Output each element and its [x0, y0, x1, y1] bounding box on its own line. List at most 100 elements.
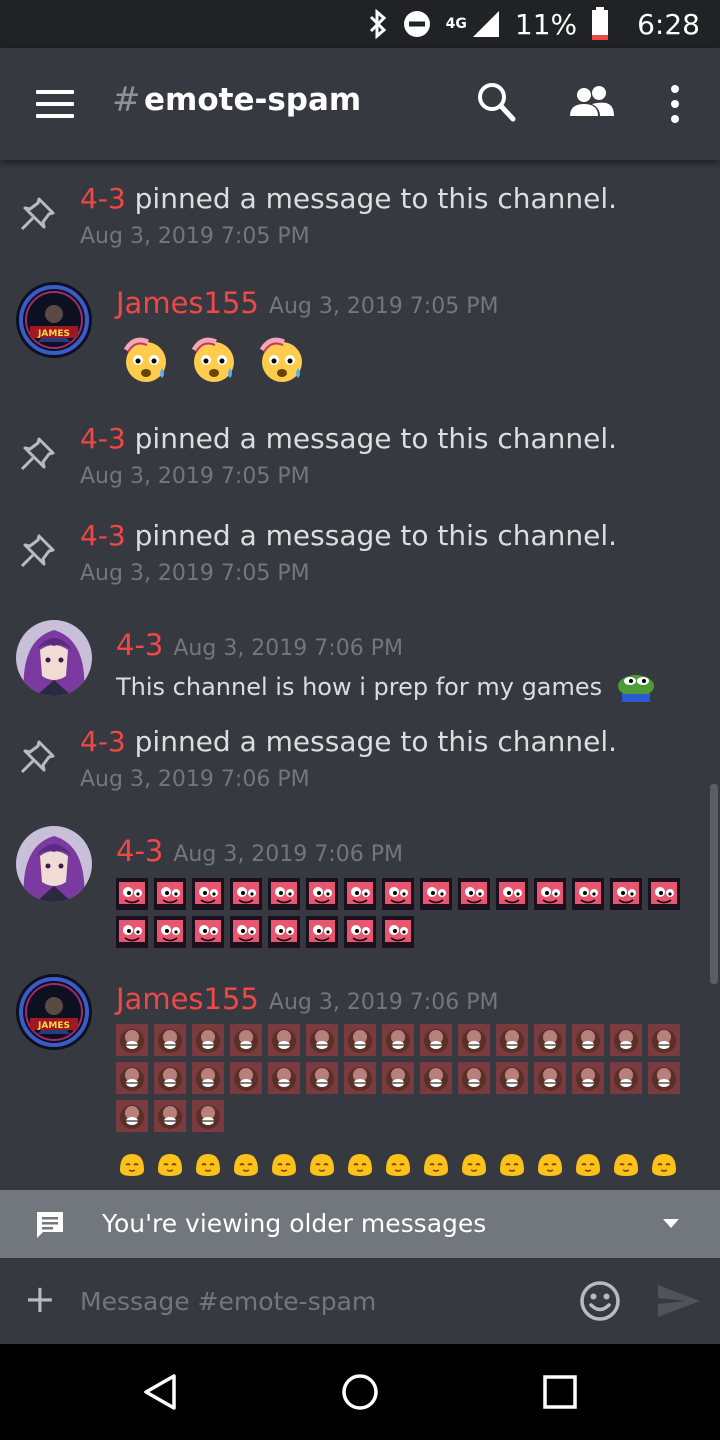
- menu-icon[interactable]: [36, 86, 76, 122]
- blob-emote-icon: [306, 1148, 338, 1180]
- creeper-emote-icon: [344, 916, 376, 948]
- do-not-disturb-icon: [403, 11, 430, 37]
- grin-photo-emote-icon: [230, 1024, 262, 1056]
- grin-photo-emote-icon: [116, 1024, 148, 1056]
- creeper-emote-icon: [648, 878, 680, 910]
- emoji-picker-icon[interactable]: [578, 1279, 622, 1323]
- pin-notice: 4-3 pinned a message to this channel. Au…: [0, 400, 720, 490]
- grin-photo-emote-icon: [572, 1024, 604, 1056]
- blob-emote-icon: [496, 1148, 528, 1180]
- grin-photo-emote-icon: [192, 1100, 224, 1132]
- grin-photo-emote-icon: [306, 1062, 338, 1094]
- pin-text: pinned a message to this channel.: [134, 519, 618, 552]
- avatar[interactable]: JAMES: [16, 974, 92, 1050]
- creeper-emote-icon: [116, 916, 148, 948]
- grin-photo-emote-icon: [534, 1062, 566, 1094]
- emote-grid: [116, 1024, 696, 1138]
- creeper-emote-icon: [496, 878, 528, 910]
- pin-timestamp: Aug 3, 2019 7:06 PM: [80, 767, 310, 792]
- grin-photo-emote-icon: [496, 1024, 528, 1056]
- sweat-emote-icon: [252, 334, 310, 384]
- message[interactable]: 4-3 Aug 3, 2019 7:06 PM This channel is h…: [0, 610, 720, 710]
- grin-photo-emote-icon: [610, 1024, 642, 1056]
- emote-grid: [116, 1148, 696, 1186]
- add-attachment-button[interactable]: +: [24, 1279, 56, 1319]
- members-icon[interactable]: [568, 84, 616, 120]
- avatar[interactable]: [16, 826, 92, 902]
- message-author[interactable]: 4-3: [116, 834, 163, 868]
- creeper-emote-icon: [116, 878, 148, 910]
- pin-icon: [20, 197, 55, 231]
- send-icon[interactable]: [656, 1283, 702, 1319]
- pin-author[interactable]: 4-3: [80, 519, 126, 552]
- creeper-emote-icon: [230, 878, 262, 910]
- grin-photo-emote-icon: [192, 1024, 224, 1056]
- blob-emote-icon: [268, 1148, 300, 1180]
- network-type: 4G: [445, 16, 467, 32]
- grin-photo-emote-icon: [116, 1100, 148, 1132]
- grin-photo-emote-icon: [192, 1062, 224, 1094]
- recents-icon[interactable]: [542, 1374, 578, 1410]
- pin-timestamp: Aug 3, 2019 7:05 PM: [80, 224, 310, 249]
- search-icon[interactable]: [476, 80, 516, 124]
- grin-photo-emote-icon: [534, 1024, 566, 1056]
- more-options-icon[interactable]: [668, 84, 682, 124]
- grin-photo-emote-icon: [610, 1062, 642, 1094]
- grin-photo-emote-icon: [458, 1024, 490, 1056]
- grin-photo-emote-icon: [268, 1024, 300, 1056]
- message-feed[interactable]: 4-3 pinned a message to this channel. Au…: [0, 160, 720, 1190]
- message-author[interactable]: 4-3: [116, 628, 163, 662]
- message[interactable]: 4-3 Aug 3, 2019 7:06 PM: [0, 816, 720, 956]
- pin-notice: 4-3 pinned a message to this channel. Au…: [0, 497, 720, 587]
- creeper-emote-icon: [610, 878, 642, 910]
- creeper-emote-icon: [306, 916, 338, 948]
- bluetooth-icon: [369, 9, 386, 39]
- sweat-emote-icon: [116, 334, 174, 384]
- status-bar: 4G 11% 6:28: [0, 0, 720, 48]
- chevron-down-icon[interactable]: [662, 1218, 680, 1230]
- message-author[interactable]: James155: [116, 286, 259, 320]
- creeper-emote-icon: [154, 878, 186, 910]
- grin-photo-emote-icon: [230, 1062, 262, 1094]
- grin-photo-emote-icon: [382, 1024, 414, 1056]
- channel-hash-icon: #: [112, 80, 141, 120]
- message-author[interactable]: James155: [116, 982, 259, 1016]
- pin-text: pinned a message to this channel.: [134, 422, 618, 455]
- battery-icon: [592, 7, 609, 40]
- avatar[interactable]: [16, 620, 92, 696]
- creeper-emote-icon: [268, 916, 300, 948]
- blob-emote-icon: [116, 1148, 148, 1180]
- blob-emote-icon: [458, 1148, 490, 1180]
- clock: 6:28: [637, 7, 700, 41]
- older-messages-text: You're viewing older messages: [102, 1209, 487, 1238]
- message-input[interactable]: Message #emote-spam: [80, 1287, 376, 1316]
- message[interactable]: JAMES James155 Aug 3, 2019 7:05 PM: [0, 270, 720, 390]
- pin-notice: 4-3 pinned a message to this channel. Au…: [0, 703, 720, 793]
- creeper-emote-icon: [382, 878, 414, 910]
- message-composer: + Message #emote-spam: [0, 1258, 720, 1345]
- grin-photo-emote-icon: [344, 1062, 376, 1094]
- pin-author[interactable]: 4-3: [80, 725, 126, 758]
- blob-emote-icon: [420, 1148, 452, 1180]
- home-icon[interactable]: [340, 1372, 380, 1412]
- blob-emote-icon: [230, 1148, 262, 1180]
- blob-emote-icon: [610, 1148, 642, 1180]
- message[interactable]: JAMES James155 Aug 3, 2019 7:06 PM: [0, 964, 720, 1190]
- message-text: This channel is how i prep for my games: [116, 673, 603, 701]
- battery-percent: 11%: [514, 7, 578, 41]
- older-messages-bar[interactable]: You're viewing older messages: [0, 1190, 720, 1258]
- pin-author[interactable]: 4-3: [80, 182, 126, 215]
- pin-author[interactable]: 4-3: [80, 422, 126, 455]
- signal-icon: [472, 11, 499, 37]
- creeper-emote-icon: [458, 878, 490, 910]
- channel-title: emote-spam: [144, 82, 362, 118]
- avatar[interactable]: JAMES: [16, 282, 92, 358]
- pin-icon: [20, 437, 55, 471]
- pin-text: pinned a message to this channel.: [134, 725, 618, 758]
- back-icon[interactable]: [140, 1372, 180, 1412]
- scrollbar[interactable]: [710, 784, 718, 984]
- creeper-emote-icon: [420, 878, 452, 910]
- message-timestamp: Aug 3, 2019 7:06 PM: [173, 842, 403, 867]
- grin-photo-emote-icon: [116, 1062, 148, 1094]
- pin-text: pinned a message to this channel.: [134, 182, 618, 215]
